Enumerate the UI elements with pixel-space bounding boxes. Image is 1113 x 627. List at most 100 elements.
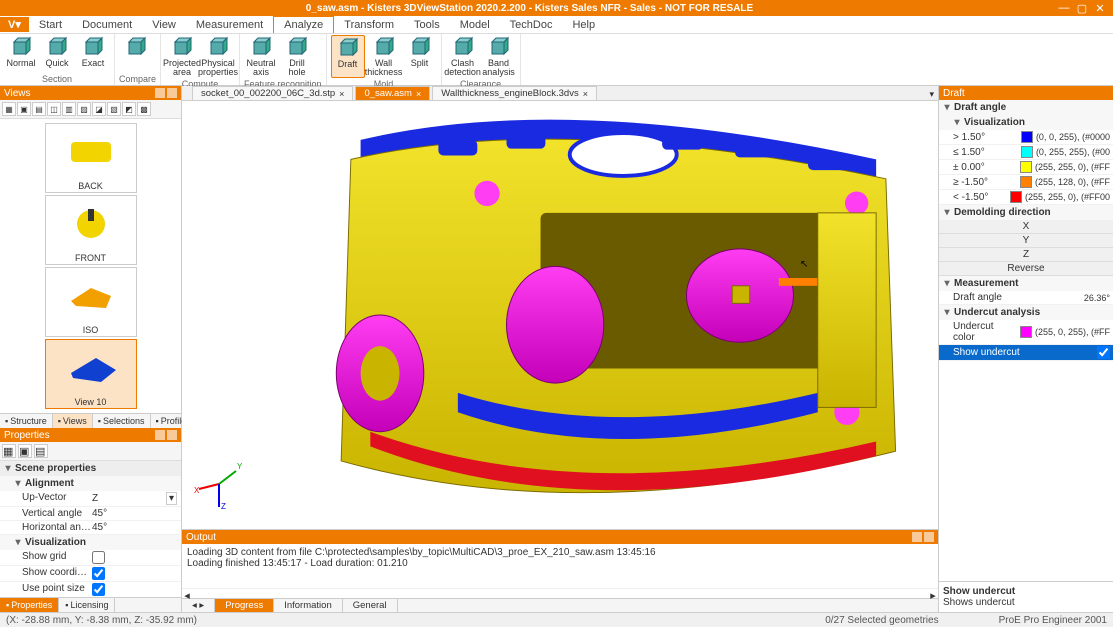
axis-gizmo[interactable]: X Y Z bbox=[194, 459, 244, 509]
axis-z[interactable]: Z bbox=[939, 248, 1113, 262]
axis-reverse[interactable]: Reverse bbox=[939, 262, 1113, 276]
undercut-color-swatch[interactable] bbox=[1020, 326, 1032, 338]
tool-icon[interactable]: ▣ bbox=[17, 102, 31, 116]
draft-vis-header[interactable]: ▾Visualization bbox=[939, 115, 1113, 130]
view-thumb-view-10[interactable]: View 10 bbox=[45, 339, 137, 409]
out-tab-nav[interactable]: ◂ ▸ bbox=[182, 599, 215, 612]
menu-document[interactable]: Document bbox=[72, 17, 142, 33]
menu-analyze[interactable]: Analyze bbox=[273, 16, 334, 33]
tool-icon[interactable]: ▩ bbox=[137, 102, 151, 116]
color-swatch[interactable] bbox=[1020, 176, 1032, 188]
menu-transform[interactable]: Transform bbox=[334, 17, 404, 33]
ribbon-projected-area[interactable]: Projectedarea bbox=[165, 35, 199, 78]
color-swatch[interactable] bbox=[1021, 146, 1033, 158]
menu-view[interactable]: View bbox=[142, 17, 186, 33]
maximize-button[interactable]: ▢ bbox=[1073, 1, 1091, 15]
ribbon-neutral-axis[interactable]: Neutralaxis bbox=[244, 35, 278, 78]
prop-value[interactable]: 45° bbox=[92, 522, 177, 533]
view-thumb-front[interactable]: FRONT bbox=[45, 195, 137, 265]
ribbon-btn[interactable] bbox=[119, 35, 153, 73]
scene-properties-header[interactable]: ▾Scene properties bbox=[0, 461, 181, 476]
visualization-header[interactable]: ▾Visualization bbox=[0, 535, 181, 550]
tool-icon[interactable]: ▨ bbox=[77, 102, 91, 116]
menu-techdoc[interactable]: TechDoc bbox=[500, 17, 563, 33]
out-tab-general[interactable]: General bbox=[343, 599, 398, 612]
prop-value[interactable]: 45° bbox=[92, 508, 177, 519]
cube-icon bbox=[452, 36, 474, 58]
ribbon-draft[interactable]: Draft bbox=[331, 35, 365, 78]
view-thumb-back[interactable]: BACK bbox=[45, 123, 137, 193]
axis-x[interactable]: X bbox=[939, 220, 1113, 234]
close-panel-icon[interactable] bbox=[167, 88, 177, 98]
out-tab-progress[interactable]: Progress bbox=[215, 599, 274, 612]
cube-icon bbox=[82, 36, 104, 58]
output-tabs: ◂ ▸ProgressInformationGeneral bbox=[182, 598, 938, 612]
ribbon-split[interactable]: Split bbox=[403, 35, 437, 78]
tool-icon[interactable]: ▤ bbox=[34, 444, 48, 458]
show-undercut-row[interactable]: Show undercut bbox=[939, 345, 1113, 361]
tool-icon[interactable]: ◪ bbox=[92, 102, 106, 116]
doc-tab[interactable]: socket_00_002200_06C_3d.stp× bbox=[192, 86, 353, 100]
pin-icon[interactable] bbox=[912, 532, 922, 542]
menu-start[interactable]: Start bbox=[29, 17, 72, 33]
views-tab-selections[interactable]: ▪Selections bbox=[93, 414, 151, 428]
doc-tab[interactable]: 0_saw.asm× bbox=[355, 86, 430, 100]
menu-bar: V▾ StartDocumentViewMeasurementAnalyzeTr… bbox=[0, 16, 1113, 34]
ribbon-quick[interactable]: Quick bbox=[40, 35, 74, 73]
close-panel-icon[interactable] bbox=[924, 532, 934, 542]
tool-icon[interactable]: ◩ bbox=[122, 102, 136, 116]
tool-icon[interactable]: ▣ bbox=[18, 444, 32, 458]
close-tab-icon[interactable]: × bbox=[416, 89, 421, 99]
close-panel-icon[interactable] bbox=[167, 430, 177, 440]
menu-model[interactable]: Model bbox=[450, 17, 500, 33]
color-swatch[interactable] bbox=[1010, 191, 1022, 203]
color-swatch[interactable] bbox=[1021, 131, 1033, 143]
tool-icon[interactable]: ▧ bbox=[107, 102, 121, 116]
prop-value[interactable]: Z ▾ bbox=[92, 492, 177, 505]
prop-tab-properties[interactable]: ▪Properties bbox=[0, 598, 59, 612]
show-grid-checkbox[interactable] bbox=[92, 551, 105, 564]
ribbon-exact[interactable]: Exact bbox=[76, 35, 110, 73]
pin-icon[interactable] bbox=[155, 88, 165, 98]
prop-tab-licensing[interactable]: ▪Licensing bbox=[59, 598, 115, 612]
ribbon-normal[interactable]: Normal bbox=[4, 35, 38, 73]
demold-header[interactable]: ▾Demolding direction bbox=[939, 205, 1113, 220]
ribbon-wall-thickness[interactable]: Wallthickness bbox=[367, 35, 401, 78]
axis-y[interactable]: Y bbox=[939, 234, 1113, 248]
tabs-dropdown-icon[interactable]: ▾ bbox=[929, 89, 934, 100]
views-tab-structure[interactable]: ▪Structure bbox=[0, 414, 53, 428]
measurement-header[interactable]: ▾Measurement bbox=[939, 276, 1113, 291]
close-tab-icon[interactable]: × bbox=[583, 89, 588, 99]
view-thumb-iso[interactable]: ISO bbox=[45, 267, 137, 337]
doc-tab[interactable]: Wallthickness_engineBlock.3dvs× bbox=[432, 86, 597, 100]
minimize-button[interactable]: — bbox=[1055, 1, 1073, 15]
menu-measurement[interactable]: Measurement bbox=[186, 17, 273, 33]
viewport-3d[interactable]: X Y Z ↖ bbox=[182, 101, 938, 529]
menu-tools[interactable]: Tools bbox=[404, 17, 450, 33]
tool-icon[interactable]: ▥ bbox=[62, 102, 76, 116]
alignment-header[interactable]: ▾Alignment bbox=[0, 476, 181, 491]
tool-icon[interactable]: ▤ bbox=[32, 102, 46, 116]
tab-icon: ▪ bbox=[5, 416, 8, 426]
pin-icon[interactable] bbox=[155, 430, 165, 440]
show-coord-checkbox[interactable] bbox=[92, 567, 105, 580]
tool-icon[interactable]: ▦ bbox=[2, 102, 16, 116]
undercut-header[interactable]: ▾Undercut analysis bbox=[939, 305, 1113, 320]
output-scrollbar[interactable]: ◂▸ bbox=[182, 588, 938, 598]
draft-angle-header[interactable]: ▾Draft angle bbox=[939, 100, 1113, 115]
ribbon-band-analysis[interactable]: Bandanalysis bbox=[482, 35, 516, 78]
ribbon-physical-properties[interactable]: Physicalproperties bbox=[201, 35, 235, 78]
close-button[interactable]: ✕ bbox=[1091, 1, 1109, 15]
use-point-checkbox[interactable] bbox=[92, 583, 105, 596]
ribbon-drill-hole[interactable]: Drillhole bbox=[280, 35, 314, 78]
close-tab-icon[interactable]: × bbox=[339, 89, 344, 99]
show-undercut-checkbox[interactable] bbox=[1097, 346, 1110, 359]
out-tab-information[interactable]: Information bbox=[274, 599, 343, 612]
views-tab-views[interactable]: ▪Views bbox=[53, 414, 93, 428]
ribbon-clash-detection[interactable]: Clashdetection bbox=[446, 35, 480, 78]
menu-help[interactable]: Help bbox=[562, 17, 605, 33]
tool-icon[interactable]: ▦ bbox=[2, 444, 16, 458]
app-logo[interactable]: V▾ bbox=[0, 17, 29, 32]
color-swatch[interactable] bbox=[1020, 161, 1032, 173]
tool-icon[interactable]: ◫ bbox=[47, 102, 61, 116]
